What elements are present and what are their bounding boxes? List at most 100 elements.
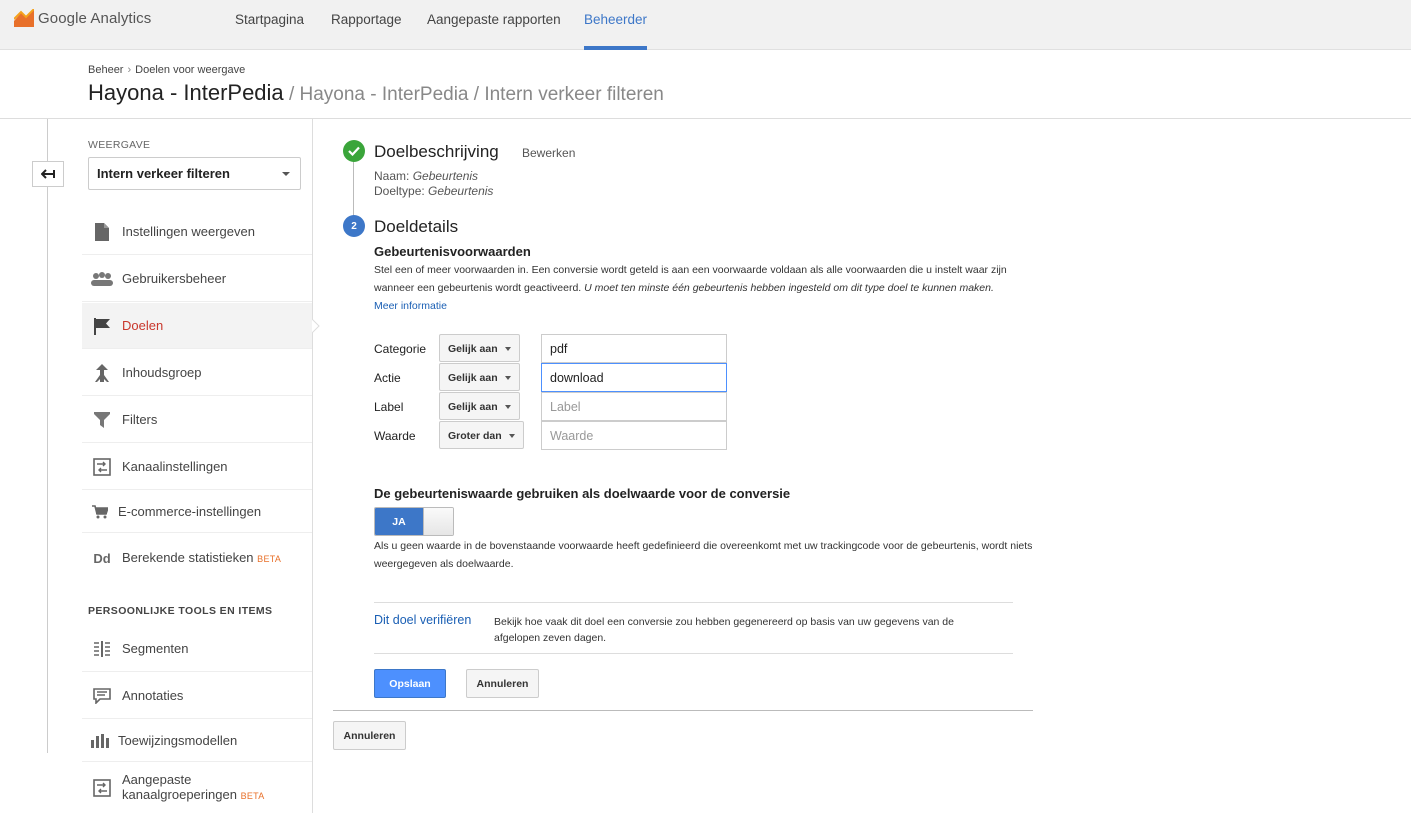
- operator-select-categorie[interactable]: Gelijk aan: [439, 334, 520, 362]
- top-nav-bar: Google Analytics Startpagina Rapportage …: [0, 0, 1411, 50]
- sidebar-item-label: Berekende statistieken BETA: [122, 550, 281, 567]
- goal-name: Naam: Gebeurtenis: [374, 169, 478, 183]
- sidebar-item-label: Annotaties: [122, 688, 184, 703]
- sidebar-item-segmenten[interactable]: Segmenten: [82, 626, 312, 672]
- edit-description-link[interactable]: Bewerken: [522, 146, 575, 160]
- chevron-down-icon: [505, 405, 511, 409]
- step-connector: [353, 161, 354, 219]
- sidebar-item-label: E-commerce-instellingen: [118, 504, 262, 519]
- categorie-input[interactable]: [541, 334, 727, 363]
- divider: [333, 710, 1033, 711]
- cancel-step-button[interactable]: Annuleren: [466, 669, 539, 698]
- sidebar-item-e-commerce[interactable]: E-commerce-instellingen: [82, 491, 312, 533]
- sidebar-item-label: Doelen: [122, 318, 164, 333]
- event-value-toggle-description: Als u geen waarde in de bovenstaande voo…: [374, 540, 1033, 570]
- sidebar-item-annotaties[interactable]: Annotaties: [82, 673, 312, 719]
- event-value-toggle-heading: De gebeurteniswaarde gebruiken als doelw…: [374, 486, 791, 501]
- condition-label-waarde: Waarde: [374, 429, 416, 443]
- operator-value: Gelijk aan: [448, 343, 498, 355]
- segments-icon: [82, 640, 122, 657]
- personal-tools-heading: PERSOONLIJKE TOOLS EN ITEMS: [88, 605, 273, 617]
- breadcrumb-item-beheer[interactable]: Beheer: [88, 64, 123, 76]
- description-italic: U moet ten minste één gebeurtenis hebben…: [584, 282, 994, 294]
- toggle-knob: [423, 508, 453, 535]
- condition-label-categorie: Categorie: [374, 342, 427, 356]
- sidebar-item-inhoudsgroep[interactable]: Inhoudsgroep: [82, 350, 312, 396]
- sidebar-item-kanaalinstellingen[interactable]: Kanaalinstellingen: [82, 444, 312, 490]
- nav-startpagina[interactable]: Startpagina: [235, 12, 304, 27]
- event-value-toggle[interactable]: JA: [374, 507, 454, 536]
- collapse-sidebar-button[interactable]: [32, 161, 64, 187]
- operator-select-actie[interactable]: Gelijk aan: [439, 363, 520, 391]
- sidebar-item-label: Filters: [122, 412, 158, 427]
- sidebar-item-text: Berekende statistieken: [122, 549, 254, 565]
- app-name: Google Analytics: [38, 9, 152, 27]
- goal-name-label: Naam:: [374, 169, 410, 183]
- nav-beheerder[interactable]: Beheerder: [584, 12, 647, 27]
- step2-title: Doeldetails: [374, 217, 459, 236]
- event-conditions-heading: Gebeurtenisvoorwaarden: [374, 244, 531, 259]
- document-icon: [82, 222, 122, 241]
- cancel-goal-button[interactable]: Annuleren: [333, 721, 406, 750]
- dd-icon: Dd: [93, 550, 111, 566]
- page-title: Hayona - InterPedia / Hayona - InterPedi…: [88, 80, 664, 106]
- annotation-icon: [82, 687, 122, 704]
- step-number-badge: 2: [343, 215, 365, 237]
- verify-goal-link[interactable]: Dit doel verifiëren: [374, 613, 471, 627]
- nav-aangepaste-rapporten[interactable]: Aangepaste rapporten: [427, 12, 561, 27]
- page-title-path: / Hayona - InterPedia / Intern verkeer f…: [283, 84, 664, 105]
- users-icon: [82, 271, 122, 286]
- operator-select-label[interactable]: Gelijk aan: [439, 392, 520, 420]
- admin-sidebar: WEERGAVE Intern verkeer filteren Instell…: [82, 119, 313, 813]
- divider: [374, 653, 1013, 654]
- nav-rapportage[interactable]: Rapportage: [331, 12, 402, 27]
- step-complete-icon: [343, 140, 365, 162]
- more-info-link[interactable]: Meer informatie: [374, 300, 447, 312]
- sidebar-item-instellingen-weergeven[interactable]: Instellingen weergeven: [82, 209, 312, 255]
- goal-editor: Doelbeschrijving Bewerken Naam: Gebeurte…: [333, 119, 1033, 813]
- sidebar-item-label: Instellingen weergeven: [122, 224, 255, 239]
- label-input[interactable]: [541, 392, 727, 421]
- sidebar-item-toewijzingsmodellen[interactable]: Toewijzingsmodellen: [82, 720, 312, 762]
- sidebar-item-gebruikersbeheer[interactable]: Gebruikersbeheer: [82, 256, 312, 302]
- save-button[interactable]: Opslaan: [374, 669, 446, 698]
- toggle-on-label: JA: [375, 508, 423, 535]
- condition-label-label: Label: [374, 400, 404, 414]
- ga-logo[interactable]: Google Analytics: [14, 9, 151, 27]
- operator-value: Gelijk aan: [448, 401, 498, 413]
- page-title-main: Hayona - InterPedia: [88, 80, 284, 105]
- waarde-input[interactable]: [541, 421, 727, 450]
- operator-value: Gelijk aan: [448, 372, 498, 384]
- sidebar-item-label: Toewijzingsmodellen: [118, 733, 238, 748]
- sidebar-item-filters[interactable]: Filters: [82, 397, 312, 443]
- sidebar-item-berekende-statistieken[interactable]: Dd Berekende statistieken BETA: [82, 534, 312, 582]
- bars-icon: [82, 733, 118, 748]
- sidebar-item-text-line1: Aangepaste: [122, 772, 192, 787]
- sidebar-item-label: Kanaalinstellingen: [122, 459, 228, 474]
- event-conditions-description: Stel een of meer voorwaarden in. Een con…: [374, 261, 1019, 315]
- sidebar-item-aangepaste-kanaalgroeperingen[interactable]: Aangepaste kanaalgroeperingen BETA: [82, 763, 312, 813]
- chevron-down-icon: [505, 376, 511, 380]
- view-selector[interactable]: Intern verkeer filteren: [88, 157, 301, 190]
- sidebar-item-label: Segmenten: [122, 641, 189, 656]
- sidebar-item-doelen[interactable]: Doelen: [82, 303, 312, 349]
- goal-type-value: Gebeurtenis: [428, 184, 494, 198]
- breadcrumb: Beheer › Doelen voor weergave: [88, 64, 245, 76]
- analytics-logo-icon: [14, 9, 34, 27]
- page-header: Beheer › Doelen voor weergave Hayona - Int…: [0, 50, 1411, 119]
- channel-icon: [82, 779, 122, 797]
- operator-select-waarde[interactable]: Groter dan: [439, 421, 524, 449]
- condition-label-actie: Actie: [374, 371, 401, 385]
- verify-goal-description: Bekijk hoe vaak dit doel een conversie z…: [494, 616, 954, 644]
- funnel-icon: [82, 411, 122, 428]
- chevron-down-icon: [509, 434, 515, 438]
- chevron-down-icon: [282, 172, 290, 176]
- back-arrow-icon: [41, 169, 55, 179]
- view-selected-value: Intern verkeer filteren: [97, 166, 230, 181]
- view-label: WEERGAVE: [88, 139, 151, 151]
- merge-icon: [82, 363, 122, 382]
- sidebar-item-label: Aangepaste kanaalgroeperingen BETA: [122, 772, 265, 804]
- breadcrumb-item-doelen[interactable]: Doelen voor weergave: [135, 64, 245, 76]
- goal-type-label: Doeltype:: [374, 184, 425, 198]
- actie-input[interactable]: [541, 363, 727, 392]
